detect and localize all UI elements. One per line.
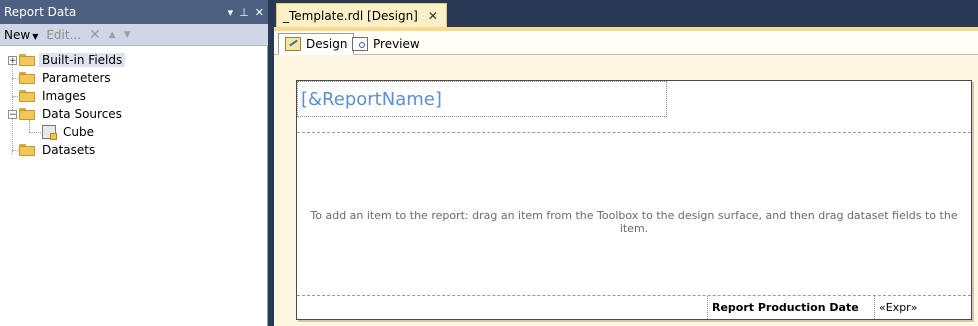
- panel-title-icons: ▾ ⊥ ✕: [228, 7, 268, 18]
- tree-item-label: Parameters: [42, 71, 111, 85]
- move-up-icon[interactable]: ▲: [105, 30, 120, 40]
- report-designer-area: Design Preview [&ReportName] To add an i…: [274, 27, 978, 326]
- page-footer-section[interactable]: Report Production Date «Expr»: [297, 295, 971, 319]
- tab-template-rdl-design[interactable]: _Template.rdl [Design] ✕: [276, 3, 447, 27]
- tree-item-built-in-fields[interactable]: + Built-in Fields: [8, 51, 126, 69]
- expression-textbox[interactable]: «Expr»: [875, 296, 971, 319]
- tree-item-label: Images: [42, 89, 86, 103]
- tab-design[interactable]: Design: [278, 33, 355, 55]
- data-source-icon: [42, 125, 57, 140]
- tab-preview[interactable]: Preview: [346, 33, 426, 55]
- report-name-textbox[interactable]: [&ReportName]: [297, 81, 667, 117]
- report-production-date-textbox[interactable]: Report Production Date: [707, 296, 875, 319]
- collapse-minus-icon[interactable]: −: [8, 109, 17, 119]
- tree-item-label: Built-in Fields: [39, 53, 126, 67]
- panel-titlebar: Report Data ▾ ⊥ ✕: [0, 0, 268, 24]
- close-icon[interactable]: ✕: [428, 9, 438, 23]
- tree-item-parameters[interactable]: Parameters: [19, 69, 114, 87]
- tree-item-label: Datasets: [42, 143, 96, 157]
- view-tabs: Design Preview: [274, 31, 978, 55]
- report-design-surface[interactable]: [&ReportName] To add an item to the repo…: [296, 80, 972, 320]
- new-button[interactable]: New ▼: [0, 28, 42, 42]
- folder-icon: [19, 72, 35, 84]
- report-body-section[interactable]: To add an item to the report: drag an it…: [297, 133, 971, 295]
- document-tabstrip: _Template.rdl [Design] ✕: [274, 0, 978, 27]
- delete-x-icon[interactable]: ✕: [85, 27, 105, 43]
- tab-design-label: Design: [306, 37, 348, 51]
- tree-connector: [29, 132, 41, 133]
- report-data-panel: Report Data ▾ ⊥ ✕ New ▼ Edit... ✕ ▲ ▼ + B…: [0, 0, 268, 326]
- tree-item-data-sources[interactable]: − Data Sources: [8, 105, 125, 123]
- preview-icon: [352, 37, 368, 51]
- tree-item-label: Data Sources: [42, 107, 122, 121]
- new-button-label: New: [4, 27, 31, 42]
- open-folder-icon: [19, 108, 35, 120]
- tree-item-cube[interactable]: Cube: [42, 123, 97, 141]
- tree-item-label: Cube: [63, 125, 94, 139]
- panel-title: Report Data: [4, 5, 77, 19]
- dropdown-arrow-icon[interactable]: ▾: [228, 7, 234, 18]
- pin-icon[interactable]: ⊥: [239, 7, 249, 18]
- folder-icon: [19, 54, 35, 66]
- empty-body-hint: To add an item to the report: drag an it…: [310, 209, 958, 235]
- panel-toolbar: New ▼ Edit... ✕ ▲ ▼: [0, 24, 268, 46]
- chevron-down-icon: ▼: [32, 31, 39, 41]
- folder-icon: [19, 144, 35, 156]
- edit-button[interactable]: Edit...: [42, 28, 85, 42]
- tree-item-datasets[interactable]: Datasets: [19, 141, 98, 159]
- close-icon[interactable]: ✕: [255, 7, 264, 18]
- move-down-icon[interactable]: ▼: [120, 30, 135, 40]
- folder-icon: [19, 90, 35, 102]
- tree-item-images[interactable]: Images: [19, 87, 89, 105]
- document-tab-title: _Template.rdl [Design]: [283, 8, 418, 23]
- tab-preview-label: Preview: [373, 37, 420, 51]
- page-header-section[interactable]: [&ReportName]: [297, 81, 971, 133]
- design-icon: [285, 37, 301, 51]
- expand-plus-icon[interactable]: +: [8, 55, 17, 65]
